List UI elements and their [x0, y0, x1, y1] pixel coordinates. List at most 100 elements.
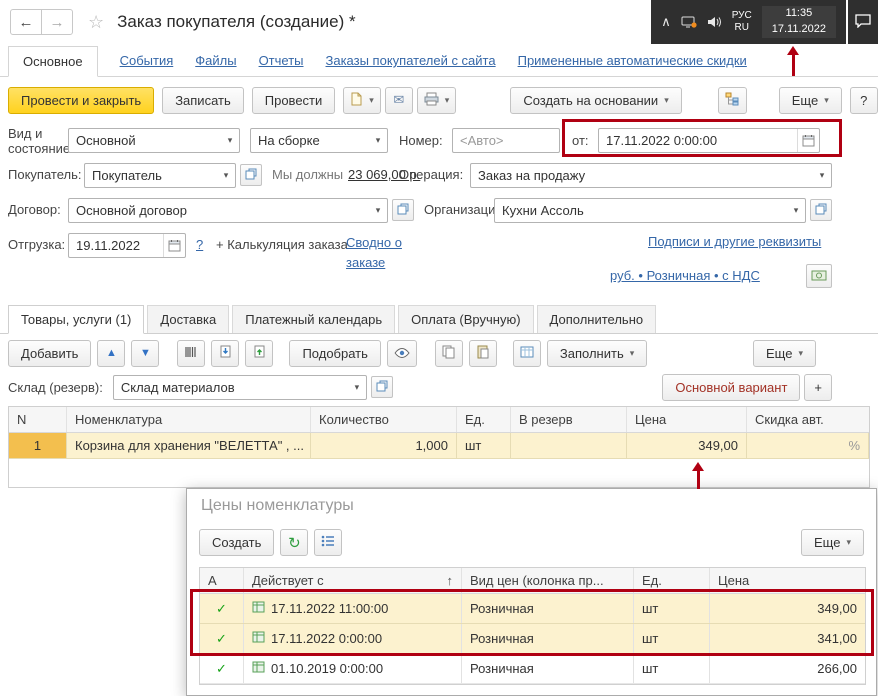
dropdown-icon: ▾ — [824, 94, 829, 105]
clock-date: 17.11.2022 — [771, 23, 826, 35]
print-button[interactable]: ▾ — [416, 86, 457, 114]
add-variant-button[interactable]: + — [804, 373, 832, 401]
col-unit[interactable]: Ед. — [457, 407, 511, 432]
col-price[interactable]: Цена — [627, 407, 747, 432]
post-and-close-button[interactable]: Провести и закрыть — [8, 86, 155, 114]
col-unit[interactable]: Ед. — [634, 568, 710, 593]
move-up-button[interactable]: ▲ — [97, 339, 126, 367]
nav-link-auto-discounts[interactable]: Примененные автоматические скидки — [518, 53, 747, 76]
language-indicator[interactable]: РУС RU — [732, 10, 752, 35]
col-quantity[interactable]: Количество — [311, 407, 457, 432]
col-nomenclature[interactable]: Номенклатура — [67, 407, 311, 432]
notifications-icon[interactable] — [681, 16, 697, 29]
list-view-button[interactable] — [314, 529, 343, 556]
items-more-button[interactable]: Еще ▾ — [753, 339, 816, 367]
create-price-button[interactable]: Создать — [199, 529, 275, 556]
fill-button[interactable]: Заполнить ▾ — [546, 339, 648, 367]
tab-main[interactable]: Основное — [8, 46, 98, 77]
create-based-on-button[interactable]: Создать на основании ▾ — [510, 86, 682, 114]
number-input[interactable]: <Авто> — [452, 128, 560, 153]
calendar-icon[interactable] — [797, 129, 819, 152]
operation-select[interactable]: Заказ на продажу ▾ — [470, 163, 832, 188]
signatures-requisites-link[interactable]: Подписи и другие реквизиты — [648, 234, 821, 249]
prices-currency-button[interactable] — [806, 264, 832, 288]
favorite-star-icon[interactable]: ☆ — [88, 12, 104, 33]
organization-select[interactable]: Кухни Ассоль ▾ — [494, 198, 806, 223]
tab-delivery[interactable]: Доставка — [147, 305, 230, 333]
prices-more-button[interactable]: Еще ▾ — [801, 529, 864, 556]
price-row[interactable]: ✓ 17.11.2022 0:00:00 Розничная шт 341,00 — [200, 624, 865, 654]
price-row[interactable]: ✓ 17.11.2022 11:00:00 Розничная шт 349,0… — [200, 594, 865, 624]
row-nomenclature[interactable]: Корзина для хранения "ВЕЛЕТТА" , ... — [67, 433, 311, 458]
refresh-button[interactable]: ↻ — [280, 529, 309, 556]
list-settings-button[interactable] — [512, 339, 541, 367]
shipment-date-input[interactable]: 19.11.2022 — [68, 233, 186, 258]
customer-open-button[interactable] — [240, 164, 262, 186]
row-reserve[interactable] — [511, 433, 627, 458]
order-summary-link[interactable]: Сводно о заказе — [346, 233, 404, 272]
currency-price-type-link[interactable]: руб. • Розничная • с НДС — [610, 268, 760, 283]
col-mark[interactable]: А — [200, 568, 244, 593]
price-date: 01.10.2019 0:00:00 — [271, 661, 384, 676]
visibility-button[interactable] — [386, 339, 417, 367]
dropdown-icon: ▾ — [369, 94, 374, 105]
save-button[interactable]: Записать — [162, 86, 244, 114]
list-icon — [321, 535, 335, 550]
move-down-button[interactable]: ▼ — [131, 339, 160, 367]
paste-rows-button[interactable] — [468, 339, 497, 367]
organization-open-button[interactable] — [810, 199, 832, 221]
order-state-select[interactable]: На сборке ▾ — [250, 128, 388, 153]
add-row-button[interactable]: Добавить — [8, 339, 92, 367]
nav-link-events[interactable]: События — [120, 53, 174, 76]
tab-payment-manual[interactable]: Оплата (Вручную) — [398, 305, 534, 333]
tab-additional[interactable]: Дополнительно — [536, 305, 657, 333]
speaker-icon[interactable] — [707, 16, 722, 28]
chat-button[interactable] — [848, 0, 878, 44]
shipment-help-link[interactable]: ? — [196, 237, 203, 252]
warehouse-open-button[interactable] — [370, 376, 393, 398]
post-button[interactable]: Провести — [251, 86, 336, 114]
create-file-button[interactable]: ▾ — [343, 86, 381, 114]
col-reserve[interactable]: В резерв — [511, 407, 627, 432]
order-kind-select[interactable]: Основной ▾ — [68, 128, 240, 153]
price-row[interactable]: ✓ 01.10.2019 0:00:00 Розничная шт 266,00 — [200, 654, 865, 684]
back-button[interactable]: ← — [10, 9, 42, 35]
nav-link-site-orders[interactable]: Заказы покупателей с сайта — [326, 53, 496, 76]
row-quantity[interactable]: 1,000 — [311, 433, 457, 458]
forward-button[interactable]: → — [41, 9, 73, 35]
row-price[interactable]: 349,00 — [627, 433, 747, 458]
col-n[interactable]: N — [9, 407, 67, 432]
calendar-icon[interactable] — [163, 234, 185, 257]
row-discount[interactable]: % — [747, 433, 869, 458]
col-effective-date[interactable]: Действует с ↑ — [244, 568, 462, 593]
pick-items-button[interactable]: Подобрать — [289, 339, 381, 367]
chevron-down-icon: ▾ — [375, 135, 381, 145]
tab-payment-calendar[interactable]: Платежный календарь — [232, 305, 396, 333]
col-price[interactable]: Цена — [710, 568, 865, 593]
send-email-button[interactable]: ✉ — [384, 86, 413, 114]
title-bar: ← → ☆ Заказ покупателя (создание) * ∧ РУ… — [0, 0, 878, 44]
barcode-button[interactable] — [177, 339, 206, 367]
col-price-kind[interactable]: Вид цен (колонка пр... — [462, 568, 634, 593]
doc-date-input[interactable]: 17.11.2022 0:00:00 — [598, 128, 820, 153]
help-button[interactable]: ? — [849, 86, 878, 114]
nav-link-files[interactable]: Файлы — [195, 53, 236, 76]
export-rows-button[interactable] — [245, 339, 274, 367]
contract-open-button[interactable] — [392, 199, 414, 221]
related-documents-button[interactable] — [717, 86, 747, 114]
col-discount[interactable]: Скидка авт. — [747, 407, 869, 432]
row-unit[interactable]: шт — [457, 433, 511, 458]
customer-select[interactable]: Покупатель ▾ — [84, 163, 236, 188]
main-variant-button[interactable]: Основной вариант — [662, 373, 801, 401]
import-rows-button[interactable] — [211, 339, 240, 367]
copy-rows-button[interactable] — [434, 339, 463, 367]
collapse-tray-icon[interactable]: ∧ — [661, 14, 671, 30]
nav-link-reports[interactable]: Отчеты — [259, 53, 304, 76]
tab-goods-services[interactable]: Товары, услуги (1) — [8, 305, 145, 334]
warehouse-select[interactable]: Склад материалов ▾ — [112, 374, 367, 400]
contract-select[interactable]: Основной договор ▾ — [68, 198, 388, 223]
table-row[interactable]: 1 Корзина для хранения "ВЕЛЕТТА" , ... 1… — [9, 433, 869, 459]
items-toolbar: Добавить ▲ ▼ Подобрать Заполнить ▾ Еще ▾ — [0, 336, 878, 370]
more-button[interactable]: Еще ▾ — [778, 86, 842, 114]
section-nav: Основное События Файлы Отчеты Заказы пок… — [0, 44, 878, 77]
